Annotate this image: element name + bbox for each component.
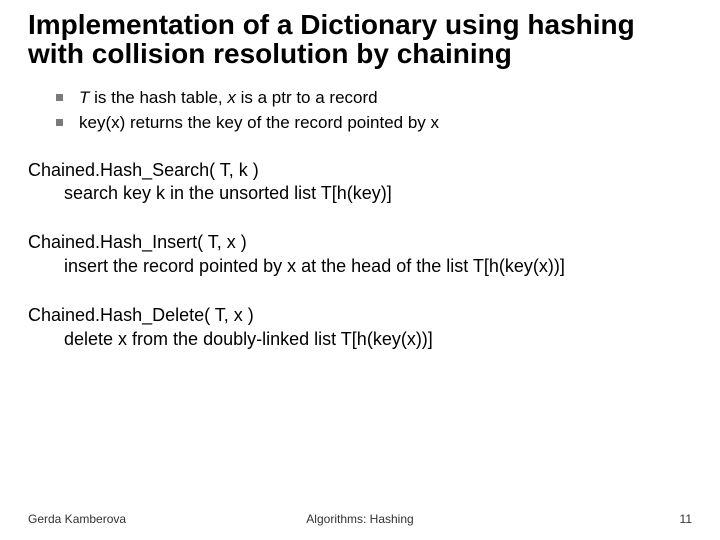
code-block-delete: Chained.Hash_Delete( T, x ) delete x fro…	[28, 304, 692, 351]
bullet-icon	[56, 119, 63, 126]
function-description: search key k in the unsorted list T[h(ke…	[64, 182, 692, 205]
code-block-search: Chained.Hash_Search( T, k ) search key k…	[28, 159, 692, 206]
list-item: key(x) returns the key of the record poi…	[56, 112, 692, 135]
function-description: delete x from the doubly-linked list T[h…	[64, 328, 692, 351]
code-block-insert: Chained.Hash_Insert( T, x ) insert the r…	[28, 231, 692, 278]
bullet-text-1: T is the hash table, x is a ptr to a rec…	[79, 87, 378, 110]
footer-author: Gerda Kamberova	[28, 512, 126, 526]
footer-page-number: 11	[680, 512, 692, 526]
function-description: insert the record pointed by x at the he…	[64, 255, 692, 278]
function-signature: Chained.Hash_Search( T, k )	[28, 159, 692, 182]
list-item: T is the hash table, x is a ptr to a rec…	[56, 87, 692, 110]
slide-footer: Gerda Kamberova Algorithms: Hashing 11	[0, 512, 720, 526]
function-signature: Chained.Hash_Delete( T, x )	[28, 304, 692, 327]
footer-title: Algorithms: Hashing	[306, 512, 413, 526]
bullet-text-2: key(x) returns the key of the record poi…	[79, 112, 439, 135]
text-frag: is the hash table,	[89, 88, 227, 107]
slide-title: Implementation of a Dictionary using has…	[28, 10, 692, 69]
var-T: T	[79, 88, 89, 107]
bullet-list: T is the hash table, x is a ptr to a rec…	[56, 87, 692, 135]
text-frag: is a ptr to a record	[236, 88, 378, 107]
var-x: x	[227, 88, 236, 107]
function-signature: Chained.Hash_Insert( T, x )	[28, 231, 692, 254]
bullet-icon	[56, 94, 63, 101]
